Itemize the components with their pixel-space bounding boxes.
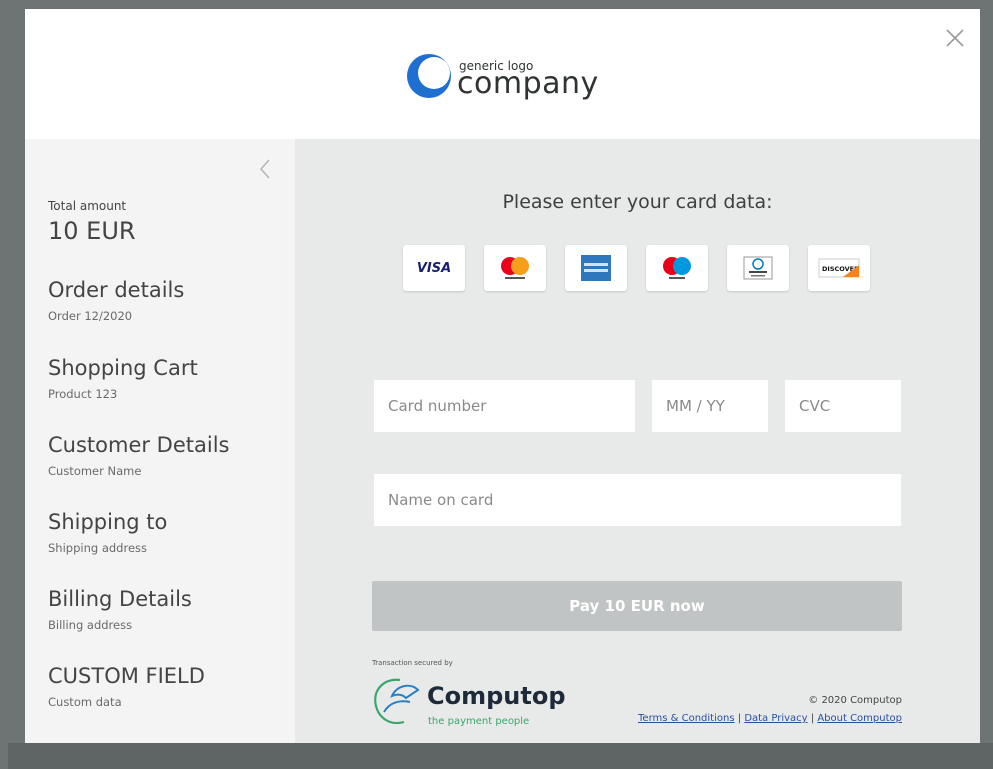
- payment-modal: generic logo company Total amount 10 EUR…: [25, 9, 980, 743]
- expiry-date-input[interactable]: [652, 380, 768, 432]
- modal-header: generic logo company: [25, 9, 980, 139]
- section-shipping-to: Shipping to Shipping address: [48, 509, 167, 555]
- diners-club-card-icon[interactable]: [727, 245, 789, 291]
- chevron-left-icon[interactable]: [257, 157, 273, 181]
- section-value: Product 123: [48, 387, 118, 401]
- section-custom-field: CUSTOM FIELD Custom data: [48, 663, 205, 709]
- computop-tagline: the payment people: [428, 716, 530, 727]
- section-billing-details: Billing Details Billing address: [48, 586, 192, 632]
- section-value: Billing address: [48, 618, 133, 632]
- link-separator: |: [737, 713, 742, 724]
- section-value: Shipping address: [48, 541, 148, 555]
- visa-text: VISA: [416, 260, 452, 276]
- section-value: Custom data: [48, 695, 122, 709]
- section-title: Customer Details: [48, 433, 230, 457]
- close-icon[interactable]: [944, 27, 966, 49]
- section-title: Shipping to: [48, 510, 168, 534]
- section-title: CUSTOM FIELD: [48, 664, 205, 688]
- name-on-card-input[interactable]: [374, 474, 901, 526]
- link-separator: |: [810, 713, 815, 724]
- secured-by-label: Transaction secured by: [372, 659, 453, 667]
- section-value: Customer Name: [48, 464, 142, 478]
- section-shopping-cart: Shopping Cart Product 123: [48, 355, 198, 401]
- visa-card-icon[interactable]: VISA: [403, 245, 465, 291]
- card-entry-panel: Please enter your card data: VISA DISCOV…: [295, 139, 980, 743]
- copyright-text: © 2020 Computop: [808, 695, 902, 706]
- section-value: Order 12/2020: [48, 309, 133, 323]
- overlay-edge: [8, 743, 993, 769]
- footer-links: Terms & Conditions | Data Privacy | Abou…: [638, 713, 902, 724]
- total-amount-value: 10 EUR: [48, 217, 136, 245]
- total-amount-label: Total amount: [48, 199, 127, 213]
- company-logo-icon: [407, 54, 451, 98]
- section-title: Order details: [48, 278, 185, 302]
- maestro-card-icon[interactable]: [646, 245, 708, 291]
- card-entry-heading: Please enter your card data:: [502, 191, 773, 213]
- total-amount: Total amount 10 EUR: [48, 199, 136, 245]
- discover-card-icon[interactable]: DISCOVER: [808, 245, 870, 291]
- computop-name: Computop: [427, 682, 566, 710]
- section-title: Shopping Cart: [48, 356, 198, 380]
- about-link[interactable]: About Computop: [817, 713, 902, 724]
- cvc-input[interactable]: [785, 380, 901, 432]
- order-summary-sidebar: Total amount 10 EUR Order details Order …: [25, 139, 295, 743]
- privacy-link[interactable]: Data Privacy: [744, 713, 807, 724]
- american-express-card-icon[interactable]: [565, 245, 627, 291]
- terms-link[interactable]: Terms & Conditions: [638, 713, 735, 724]
- computop-logo: Computop the payment people: [370, 672, 570, 732]
- mastercard-card-icon[interactable]: [484, 245, 546, 291]
- card-number-input[interactable]: [374, 380, 635, 432]
- section-title: Billing Details: [48, 587, 192, 611]
- pay-button[interactable]: Pay 10 EUR now: [372, 581, 902, 631]
- logo-big-text: company: [457, 66, 599, 101]
- company-logo: generic logo company: [405, 49, 625, 109]
- section-customer-details: Customer Details Customer Name: [48, 432, 229, 478]
- computop-logo-icon: [374, 678, 420, 725]
- section-order-details: Order details Order 12/2020: [48, 277, 184, 323]
